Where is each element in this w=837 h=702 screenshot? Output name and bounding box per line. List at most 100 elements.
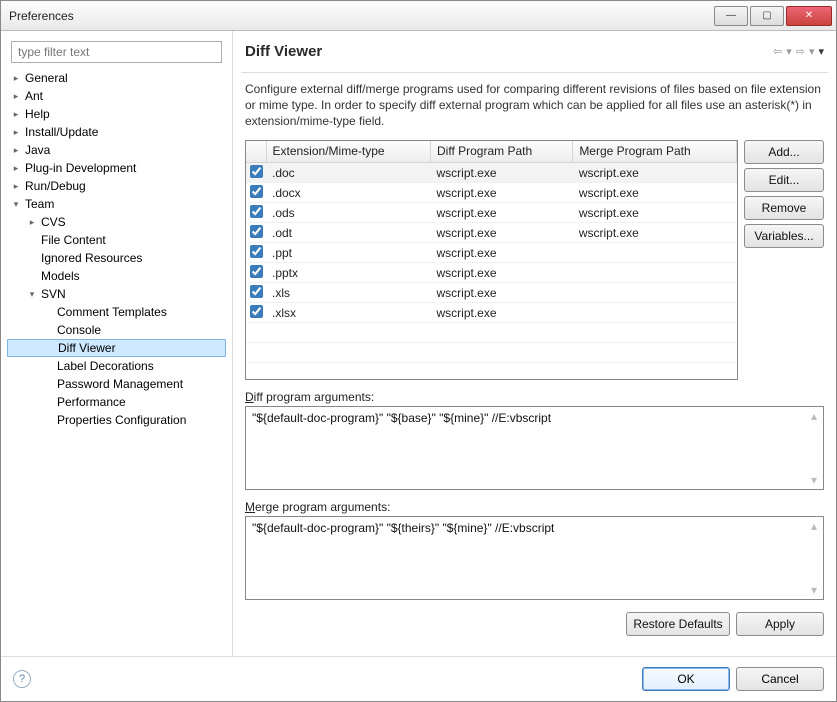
tree-item-cvs[interactable]: ▸CVS: [7, 213, 226, 231]
cell-extension: .ppt: [266, 243, 431, 263]
diff-args-input[interactable]: "${default-doc-program}" "${base}" "${mi…: [252, 411, 805, 485]
help-icon[interactable]: ?: [13, 670, 31, 688]
chevron-right-icon[interactable]: ▸: [9, 127, 23, 138]
filter-input[interactable]: [11, 41, 222, 63]
minimize-button[interactable]: —: [714, 6, 748, 26]
window-title: Preferences: [9, 9, 712, 23]
nav-icons: ⇦ ▾ ⇨ ▾ ▾: [773, 45, 828, 58]
tree-item-models[interactable]: Models: [7, 267, 226, 285]
tree-item-console[interactable]: Console: [7, 321, 226, 339]
row-checkbox[interactable]: [250, 205, 263, 218]
tree-label: Comment Templates: [55, 305, 167, 319]
merge-args-group: Merge program arguments: "${default-doc-…: [245, 500, 824, 600]
merge-args-label: Merge program arguments:: [245, 500, 824, 514]
table-row[interactable]: .docxwscript.exewscript.exe: [246, 183, 737, 203]
page-title: Diff Viewer: [241, 43, 773, 60]
cell-merge-path: wscript.exe: [573, 163, 737, 183]
page-footer-buttons: Restore Defaults Apply: [241, 600, 828, 636]
mappings-table[interactable]: Extension/Mime-type Diff Program Path Me…: [246, 141, 737, 380]
scrollbar-hint: ▴▾: [807, 519, 821, 597]
tree-item-plug-in-development[interactable]: ▸Plug-in Development: [7, 159, 226, 177]
tree-item-ant[interactable]: ▸Ant: [7, 87, 226, 105]
maximize-button[interactable]: ▢: [750, 6, 784, 26]
close-button[interactable]: ✕: [786, 6, 832, 26]
ok-button[interactable]: OK: [642, 667, 730, 691]
edit-button[interactable]: Edit...: [744, 168, 824, 192]
add-button[interactable]: Add...: [744, 140, 824, 164]
preferences-tree[interactable]: ▸General▸Ant▸Help▸Install/Update▸Java▸Pl…: [5, 69, 228, 656]
table-row[interactable]: .odswscript.exewscript.exe: [246, 203, 737, 223]
tree-item-performance[interactable]: Performance: [7, 393, 226, 411]
table-row-empty: [246, 323, 737, 343]
cell-diff-path: wscript.exe: [431, 223, 573, 243]
row-checkbox[interactable]: [250, 245, 263, 258]
table-row[interactable]: .xlswscript.exe: [246, 283, 737, 303]
tree-label: Team: [23, 197, 54, 211]
tree-item-java[interactable]: ▸Java: [7, 141, 226, 159]
back-icon[interactable]: ⇦: [773, 45, 782, 58]
tree-item-password-management[interactable]: Password Management: [7, 375, 226, 393]
tree-item-install-update[interactable]: ▸Install/Update: [7, 123, 226, 141]
tree-item-ignored-resources[interactable]: Ignored Resources: [7, 249, 226, 267]
table-side-buttons: Add... Edit... Remove Variables...: [744, 140, 824, 380]
chevron-right-icon[interactable]: ▸: [9, 163, 23, 174]
cell-extension: .ods: [266, 203, 431, 223]
tree-item-diff-viewer[interactable]: Diff Viewer: [7, 339, 226, 357]
diff-args-label: Diff program arguments:: [245, 390, 824, 404]
tree-item-comment-templates[interactable]: Comment Templates: [7, 303, 226, 321]
row-checkbox[interactable]: [250, 165, 263, 178]
tree-item-team[interactable]: ▾Team: [7, 195, 226, 213]
col-diff-path[interactable]: Diff Program Path: [431, 141, 573, 163]
chevron-right-icon[interactable]: ▸: [9, 109, 23, 120]
chevron-right-icon[interactable]: ▸: [9, 91, 23, 102]
tree-item-label-decorations[interactable]: Label Decorations: [7, 357, 226, 375]
table-row[interactable]: .xlsxwscript.exe: [246, 303, 737, 323]
window-buttons: — ▢ ✕: [712, 6, 832, 26]
table-row[interactable]: .odtwscript.exewscript.exe: [246, 223, 737, 243]
tree-label: Ant: [23, 89, 43, 103]
apply-button[interactable]: Apply: [736, 612, 824, 636]
table-row[interactable]: .pptwscript.exe: [246, 243, 737, 263]
chevron-right-icon[interactable]: ▸: [9, 145, 23, 156]
chevron-right-icon[interactable]: ▸: [25, 217, 39, 228]
scrollbar-hint: ▴▾: [807, 409, 821, 487]
cell-diff-path: wscript.exe: [431, 263, 573, 283]
forward-icon[interactable]: ⇨: [796, 45, 805, 58]
row-checkbox[interactable]: [250, 265, 263, 278]
col-extension[interactable]: Extension/Mime-type: [266, 141, 431, 163]
cancel-button[interactable]: Cancel: [736, 667, 824, 691]
tree-label: Diff Viewer: [56, 341, 116, 355]
tree-item-properties-configuration[interactable]: Properties Configuration: [7, 411, 226, 429]
tree-item-run-debug[interactable]: ▸Run/Debug: [7, 177, 226, 195]
table-row[interactable]: .pptxwscript.exe: [246, 263, 737, 283]
row-checkbox[interactable]: [250, 285, 263, 298]
cell-merge-path: [573, 303, 737, 323]
merge-args-input[interactable]: "${default-doc-program}" "${theirs}" "${…: [252, 521, 805, 595]
back-menu-icon[interactable]: ▾: [786, 45, 792, 58]
col-merge-path[interactable]: Merge Program Path: [573, 141, 737, 163]
variables-button[interactable]: Variables...: [744, 224, 824, 248]
cell-diff-path: wscript.exe: [431, 303, 573, 323]
cell-merge-path: wscript.exe: [573, 203, 737, 223]
chevron-right-icon[interactable]: ▸: [9, 181, 23, 192]
forward-menu-icon[interactable]: ▾: [809, 45, 815, 58]
tree-item-general[interactable]: ▸General: [7, 69, 226, 87]
row-checkbox[interactable]: [250, 185, 263, 198]
remove-button[interactable]: Remove: [744, 196, 824, 220]
chevron-right-icon[interactable]: ▸: [9, 73, 23, 84]
row-checkbox[interactable]: [250, 305, 263, 318]
tree-item-svn[interactable]: ▾SVN: [7, 285, 226, 303]
restore-defaults-button[interactable]: Restore Defaults: [626, 612, 730, 636]
tree-item-file-content[interactable]: File Content: [7, 231, 226, 249]
table-row[interactable]: .docwscript.exewscript.exe: [246, 163, 737, 183]
row-checkbox[interactable]: [250, 225, 263, 238]
tree-label: Ignored Resources: [39, 251, 142, 265]
chevron-down-icon[interactable]: ▾: [25, 289, 39, 300]
chevron-down-icon[interactable]: ▾: [9, 199, 23, 210]
cell-extension: .docx: [266, 183, 431, 203]
cell-diff-path: wscript.exe: [431, 243, 573, 263]
view-menu-icon[interactable]: ▾: [818, 45, 824, 58]
titlebar: Preferences — ▢ ✕: [1, 1, 836, 31]
col-check[interactable]: [246, 141, 266, 163]
tree-item-help[interactable]: ▸Help: [7, 105, 226, 123]
